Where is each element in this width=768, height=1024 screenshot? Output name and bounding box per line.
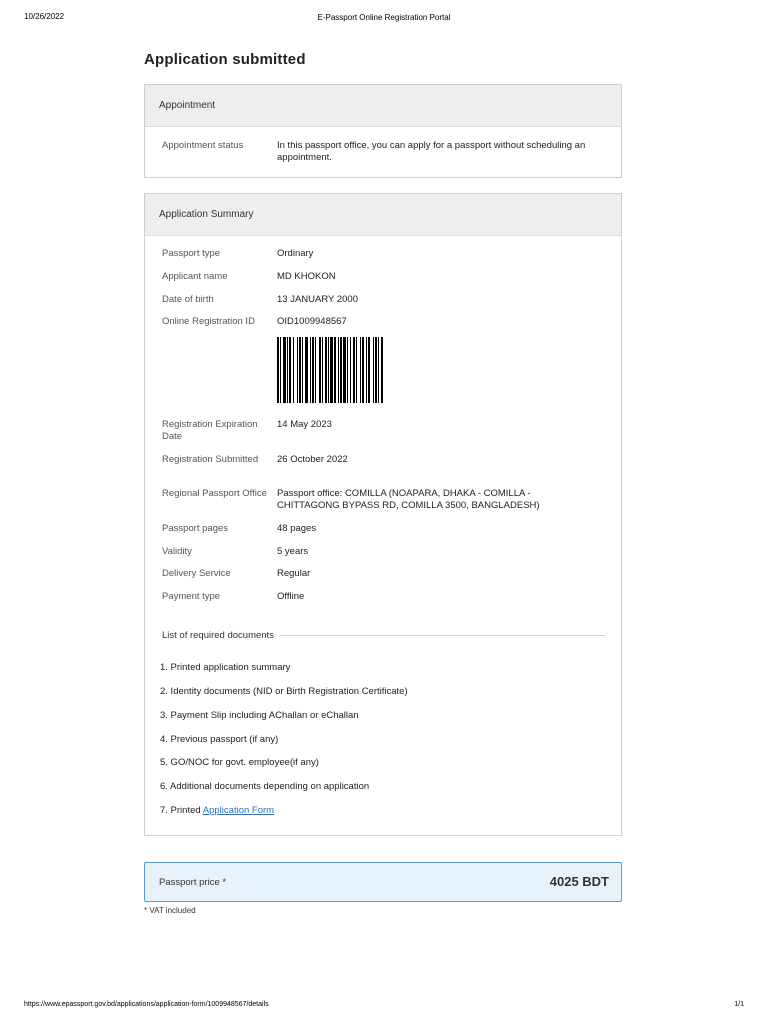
application-summary-header: Application Summary (145, 194, 621, 236)
application-summary-card: Application Summary Passport type Ordina… (144, 193, 622, 836)
barcode-icon (277, 337, 383, 403)
summary-value: OID1009948567 (277, 316, 347, 327)
appointment-card: Appointment Appointment status In this p… (144, 84, 622, 178)
document-item-prefix: 7. Printed (160, 805, 203, 816)
document-item-application-form: 7. Printed Application Form (160, 805, 274, 816)
passport-price-box: Passport price * 4025 BDT (144, 862, 622, 902)
print-header-title: E-Passport Online Registration Portal (317, 13, 451, 22)
summary-label: Online Registration ID (162, 316, 255, 327)
summary-value: Offline (277, 591, 305, 602)
summary-label: Passport type (162, 248, 221, 259)
page-title: Application submitted (144, 51, 306, 68)
summary-value: 5 years (277, 546, 309, 557)
vat-note: * VAT included (144, 906, 196, 915)
document-item: 1. Printed application summary (160, 662, 291, 673)
summary-label: Delivery Service (162, 568, 231, 579)
summary-value: 26 October 2022 (277, 454, 348, 465)
summary-value: Regular (277, 568, 311, 579)
document-item: 2. Identity documents (NID or Birth Regi… (160, 686, 408, 697)
application-form-link[interactable]: Application Form (203, 805, 274, 816)
summary-value: 13 JANUARY 2000 (277, 294, 358, 305)
summary-value: Ordinary (277, 248, 314, 259)
required-documents-title: List of required documents (162, 630, 274, 641)
summary-label: Payment type (162, 591, 221, 602)
required-documents-header: List of required documents (162, 630, 605, 641)
passport-price-value: 4025 BDT (549, 874, 609, 889)
summary-label: Regional Passport Office (162, 488, 267, 499)
appointment-card-header: Appointment (145, 85, 621, 127)
appointment-status-label: Appointment status (162, 140, 244, 151)
summary-value: 14 May 2023 (277, 419, 332, 430)
passport-price-label: Passport price * (159, 877, 227, 888)
print-page-number: 1/1 (734, 1001, 744, 1008)
summary-value: 48 pages (277, 523, 317, 534)
document-item: 4. Previous passport (if any) (160, 734, 279, 745)
summary-label: Date of birth (162, 294, 214, 305)
summary-label: Passport pages (162, 523, 229, 534)
appointment-status-value: In this passport office, you can apply f… (277, 140, 586, 163)
document-item: 6. Additional documents depending on app… (160, 781, 370, 792)
summary-label: Applicant name (162, 271, 228, 282)
document-item: 3. Payment Slip including AChallan or eC… (160, 710, 359, 721)
summary-label: Registration Submitted (162, 454, 259, 465)
print-footer-url: https://www.epassport.gov.bd/application… (24, 1001, 269, 1008)
document-item: 5. GO/NOC for govt. employee(if any) (160, 757, 319, 768)
summary-label: Validity (162, 546, 192, 557)
summary-value: MD KHOKON (277, 271, 336, 282)
summary-label: Registration Expiration Date (162, 419, 258, 442)
summary-value: Passport office: COMILLA (NOAPARA, DHAKA… (277, 488, 540, 511)
divider (279, 635, 605, 636)
